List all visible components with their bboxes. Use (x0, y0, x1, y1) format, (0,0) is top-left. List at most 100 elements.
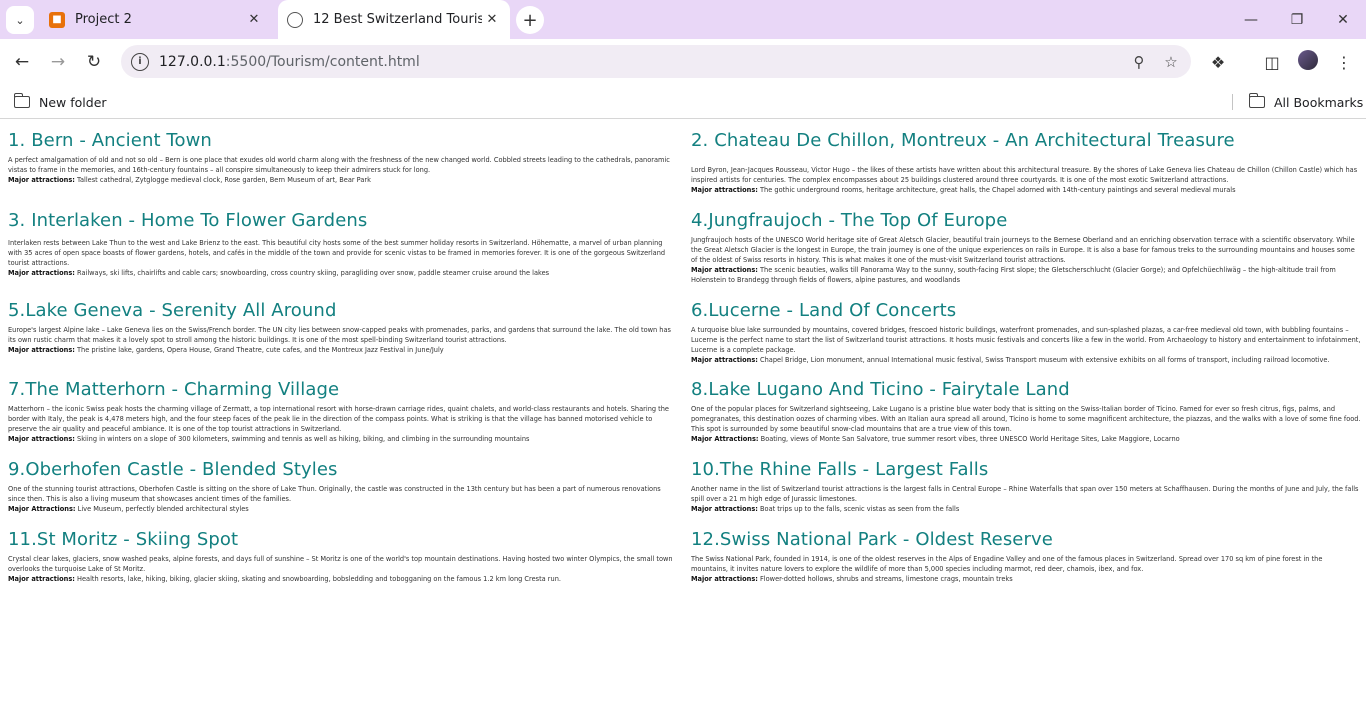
tab-search-button[interactable]: ⌄ (6, 6, 34, 34)
address-bar[interactable]: i 127.0.0.1:5500/Tourism/content.html ⚲ … (121, 45, 1191, 78)
attractions-text: Railways, ski lifts, chairlifts and cabl… (74, 269, 550, 277)
attraction-description: Matterhorn – the iconic Swiss peak hosts… (8, 405, 669, 433)
close-window-button[interactable]: ✕ (1320, 0, 1366, 39)
globe-icon (287, 11, 303, 28)
extensions-button[interactable]: ❖ (1203, 47, 1233, 77)
attractions-label: Major attractions: (691, 186, 758, 194)
attraction-card: 5.Lake Geneva - Serenity All Around Euro… (8, 300, 678, 355)
orange-app-icon: ■ (49, 11, 65, 28)
attraction-title: 4.Jungfraujoch - The Top Of Europe (691, 210, 1008, 231)
arrow-right-icon: → (50, 52, 66, 72)
attraction-highlights: Major attractions: Health resorts, lake,… (8, 574, 678, 584)
menu-button[interactable]: ⋮ (1329, 47, 1359, 77)
attraction-highlights: Major attractions: Flower-dotted hollows… (691, 574, 1361, 584)
back-button[interactable]: ← (7, 47, 37, 77)
attraction-highlights: Major attractions: The scenic beauties, … (691, 265, 1361, 285)
plus-icon: + (522, 9, 538, 31)
attractions-label: Major Attractions: (8, 505, 76, 513)
attraction-title: 9.Oberhofen Castle - Blended Styles (8, 459, 338, 480)
reload-icon: ↻ (86, 52, 102, 72)
attraction-description: Interlaken rests between Lake Thun to th… (8, 239, 666, 267)
attraction-description: One of the popular places for Switzerlan… (691, 405, 1361, 433)
attraction-highlights: Major attractions: Chapel Bridge, Lion m… (691, 355, 1361, 365)
minimize-icon: — (1244, 11, 1258, 28)
attraction-title: 7.The Matterhorn - Charming Village (8, 379, 340, 400)
page-content: 1. Bern - Ancient Town A perfect amalgam… (0, 120, 1366, 703)
attractions-label: Major attractions: (8, 346, 75, 354)
attractions-text: Chapel Bridge, Lion monument, annual Int… (757, 356, 1330, 364)
minimize-button[interactable]: — (1228, 0, 1274, 39)
all-bookmarks[interactable]: All Bookmarks (1248, 85, 1364, 119)
attraction-card: 1. Bern - Ancient Town A perfect amalgam… (8, 130, 678, 185)
attractions-label: Major attractions: (8, 575, 75, 583)
forward-button[interactable]: → (43, 47, 73, 77)
tab-title: 12 Best Switzerland Tourist Att (313, 12, 482, 27)
attraction-highlights: Major attractions: Skiing in winters on … (8, 434, 678, 444)
star-icon[interactable]: ☆ (1159, 50, 1183, 74)
site-info-icon[interactable]: i (131, 52, 149, 71)
attraction-card: 8.Lake Lugano And Ticino - Fairytale Lan… (691, 379, 1361, 444)
side-panel-icon: ◫ (1264, 52, 1280, 72)
attractions-label: Major attractions: (691, 575, 758, 583)
bookmark-label: All Bookmarks (1274, 94, 1364, 110)
bookmark-divider (1232, 94, 1233, 110)
url-host: 127.0.0.1 (159, 53, 226, 70)
attractions-text: The pristine lake, gardens, Opera House,… (74, 346, 444, 354)
bookmark-new-folder[interactable]: New folder (13, 85, 107, 119)
attractions-text: Live Museum, perfectly blended architect… (75, 505, 249, 513)
attraction-title: 2. Chateau De Chillon, Montreux - An Arc… (691, 130, 1235, 151)
attractions-label: Major attractions: (8, 435, 75, 443)
attraction-description: One of the stunning tourist attractions,… (8, 485, 661, 503)
url-text[interactable]: 127.0.0.1:5500/Tourism/content.html (159, 54, 1127, 70)
side-panel-button[interactable]: ◫ (1257, 47, 1287, 77)
reload-button[interactable]: ↻ (79, 47, 109, 77)
attraction-card: 6.Lucerne - Land Of Concerts A turquoise… (691, 300, 1361, 365)
attraction-description: A perfect amalgamation of old and not so… (8, 156, 670, 174)
attractions-text: The scenic beauties, walks till Panorama… (691, 266, 1336, 284)
attraction-title: 12.Swiss National Park - Oldest Reserve (691, 529, 1053, 550)
tab-tourist-attractions[interactable]: 12 Best Switzerland Tourist Att ✕ (278, 0, 510, 39)
attraction-highlights: Major attractions: The gothic undergroun… (691, 185, 1361, 195)
attraction-title: 10.The Rhine Falls - Largest Falls (691, 459, 989, 480)
attractions-label: Major Attractions: (691, 435, 759, 443)
attractions-text: The gothic underground rooms, heritage a… (757, 186, 1236, 194)
new-tab-button[interactable]: + (516, 6, 544, 34)
attractions-text: Flower-dotted hollows, shrubs and stream… (757, 575, 1013, 583)
close-icon[interactable]: ✕ (482, 10, 502, 30)
tab-title: Project 2 (75, 12, 132, 27)
attraction-description: Lord Byron, Jean-Jacques Rousseau, Victo… (691, 166, 1358, 184)
attraction-description: The Swiss National Park, founded in 1914… (691, 555, 1323, 573)
bookmark-label: New folder (39, 94, 107, 110)
attraction-card: 4.Jungfraujoch - The Top Of Europe Jungf… (691, 210, 1361, 285)
chevron-down-icon: ⌄ (15, 13, 25, 27)
bookmarks-bar: New folder All Bookmarks (0, 85, 1366, 119)
attraction-description: Jungfraujoch hosts of the UNESCO World h… (691, 236, 1355, 264)
attractions-text: Skiing in winters on a slope of 300 kilo… (74, 435, 530, 443)
attractions-text: Tallest cathedral, Zytglogge medieval cl… (74, 176, 371, 184)
tab-project-2[interactable]: ■ Project 2 ✕ (40, 0, 272, 39)
attraction-card: 9.Oberhofen Castle - Blended Styles One … (8, 459, 678, 514)
url-path: :5500/Tourism/content.html (225, 53, 420, 70)
attraction-description: Crystal clear lakes, glaciers, snow wash… (8, 555, 673, 573)
attraction-card: 2. Chateau De Chillon, Montreux - An Arc… (691, 130, 1361, 195)
tab-strip: ⌄ ■ Project 2 ✕ 12 Best Switzerland Tour… (0, 0, 1366, 39)
attraction-card: 11.St Moritz - Skiing Spot Crystal clear… (8, 529, 678, 584)
attraction-card: 3. Interlaken - Home To Flower Gardens I… (8, 210, 678, 278)
puzzle-icon: ❖ (1210, 52, 1226, 72)
kebab-menu-icon: ⋮ (1336, 52, 1352, 72)
close-icon: ✕ (1337, 11, 1349, 28)
attraction-highlights: Major Attractions: Boating, views of Mon… (691, 434, 1361, 444)
attractions-label: Major attractions: (691, 266, 758, 274)
attraction-highlights: Major Attractions: Live Museum, perfectl… (8, 504, 678, 514)
attractions-label: Major attractions: (691, 505, 758, 513)
attraction-card: 7.The Matterhorn - Charming Village Matt… (8, 379, 678, 444)
attraction-description: A turquoise blue lake surrounded by moun… (691, 326, 1361, 354)
zoom-icon[interactable]: ⚲ (1127, 50, 1151, 74)
avatar[interactable] (1298, 50, 1318, 70)
close-icon[interactable]: ✕ (244, 10, 264, 30)
maximize-button[interactable]: ❐ (1274, 0, 1320, 39)
attractions-label: Major attractions: (691, 356, 758, 364)
attraction-card: 10.The Rhine Falls - Largest Falls Anoth… (691, 459, 1361, 514)
attraction-title: 3. Interlaken - Home To Flower Gardens (8, 210, 368, 231)
arrow-left-icon: ← (14, 52, 30, 72)
